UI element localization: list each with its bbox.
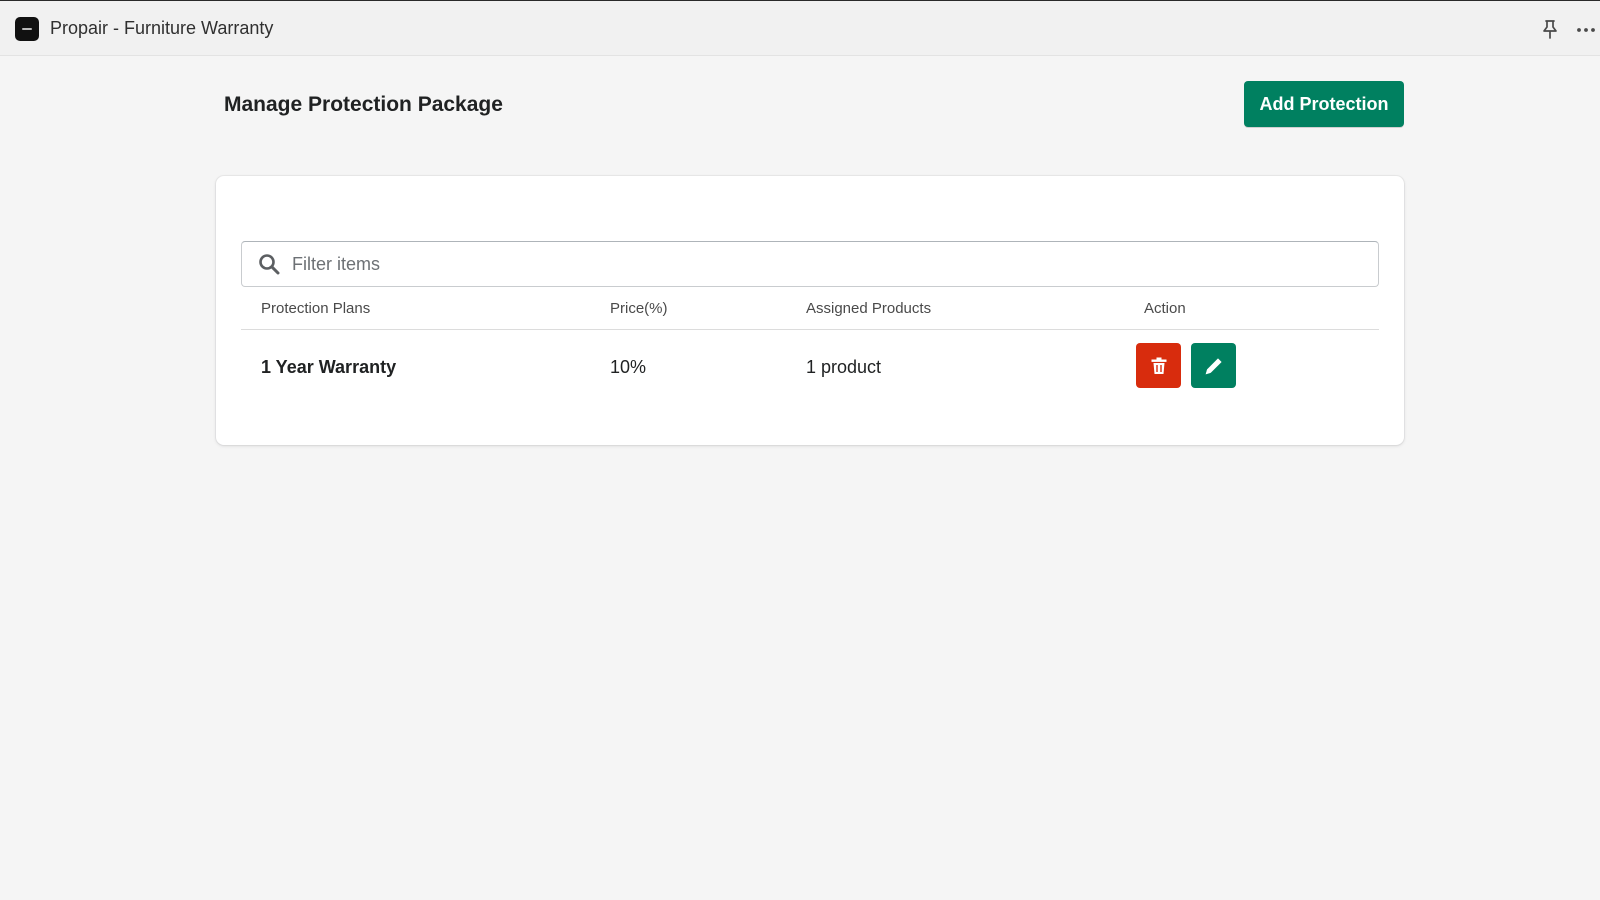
page-title: Manage Protection Package <box>224 93 503 116</box>
app-logo <box>15 17 39 41</box>
filter-field[interactable] <box>241 241 1379 287</box>
column-header-price: Price(%) <box>610 300 668 317</box>
column-header-action: Action <box>1144 300 1186 317</box>
protection-card: Protection Plans Price(%) Assigned Produ… <box>216 176 1404 445</box>
column-header-assigned-products: Assigned Products <box>806 300 932 317</box>
edit-icon <box>1205 357 1222 374</box>
delete-icon <box>1151 357 1166 374</box>
edit-button[interactable] <box>1191 343 1236 388</box>
assigned-products: 1 product <box>806 357 882 377</box>
delete-button[interactable] <box>1136 343 1181 388</box>
filter-input[interactable] <box>292 242 1372 286</box>
table-header-divider <box>241 329 1379 330</box>
app-titlebar: Propair - Furniture Warranty <box>0 0 1600 56</box>
app-title: Propair - Furniture Warranty <box>50 18 274 38</box>
plan-name: 1 Year Warranty <box>261 357 397 377</box>
plan-price: 10% <box>610 357 647 377</box>
search-icon <box>259 254 280 275</box>
column-header-protection-plans: Protection Plans <box>261 300 371 317</box>
pin-icon[interactable] <box>1541 19 1559 39</box>
add-protection-button[interactable]: Add Protection <box>1244 81 1404 127</box>
more-icon[interactable] <box>1576 20 1596 40</box>
